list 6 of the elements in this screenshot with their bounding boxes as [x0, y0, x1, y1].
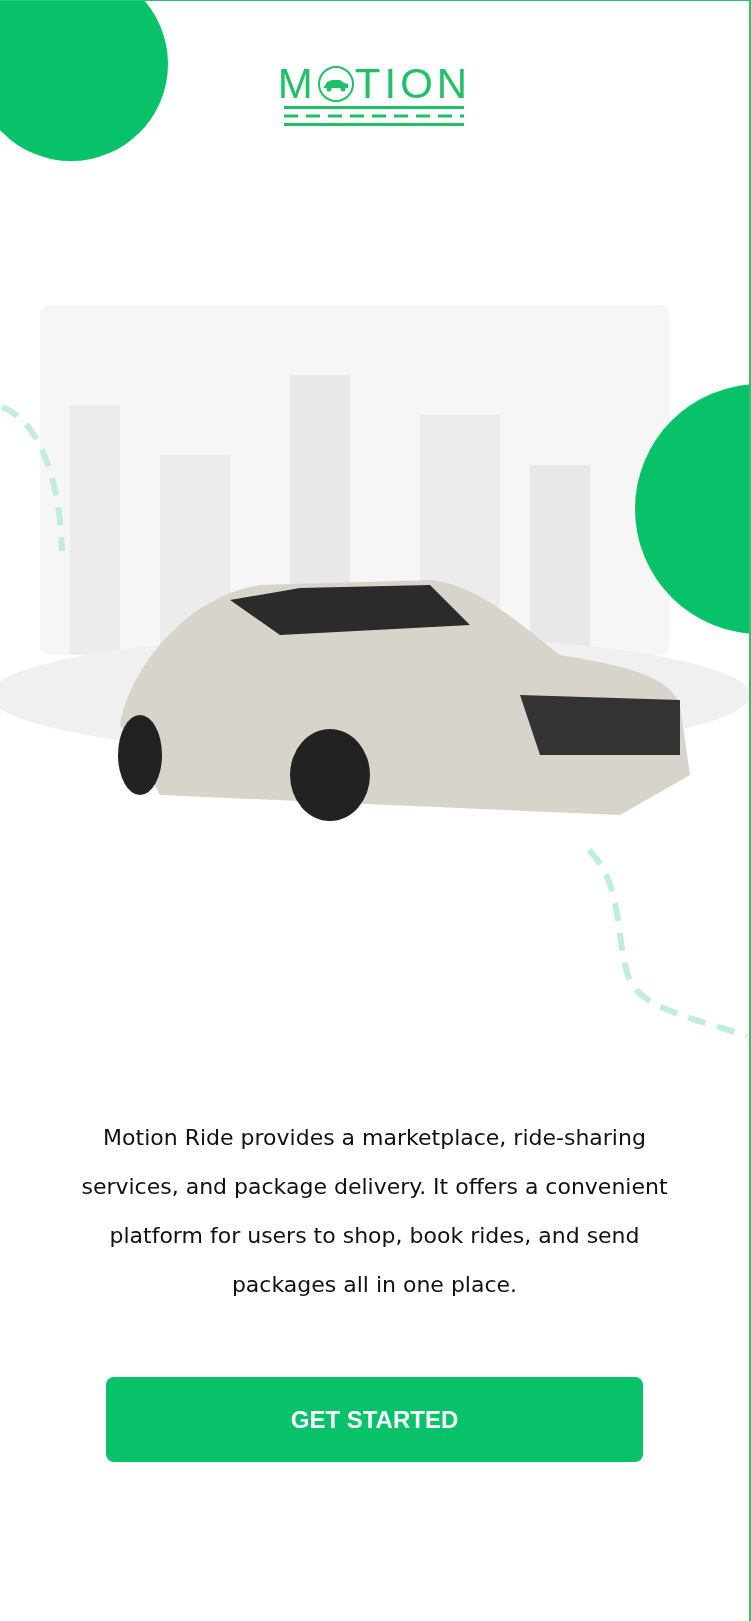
logo-text: TION	[354, 63, 472, 105]
description-text: Motion Ride provides a marketplace, ride-sharing services, and package delivery. It offers a convenient platform for users to shop, book rides, and send packages all in one place.	[80, 1124, 669, 1299]
logo-text: M	[277, 63, 317, 105]
car-icon	[316, 65, 355, 103]
road-lines-icon	[284, 105, 465, 127]
get-started-button[interactable]: GET STARTED	[106, 1377, 643, 1462]
